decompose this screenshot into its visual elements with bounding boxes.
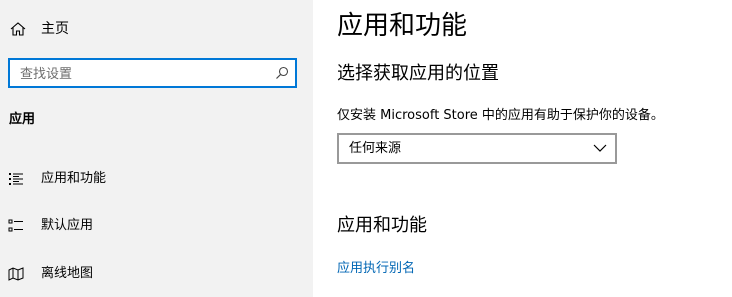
search-input[interactable] [20,65,260,83]
page-title: 应用和功能 [337,11,468,41]
app-execution-alias-link[interactable]: 应用执行别名 [337,260,415,278]
map-icon [8,267,24,281]
chevron-down-icon [593,144,607,152]
sidebar-item-apps-features[interactable]: 应用和功能 [0,162,313,196]
home-icon [10,22,26,36]
sidebar-item-label: 默认应用 [41,218,94,233]
default-apps-icon [8,219,23,232]
list-icon [9,173,23,185]
dropdown-selected-value: 任何来源 [349,141,402,156]
choose-location-heading: 选择获取应用的位置 [337,63,499,84]
home-nav-item[interactable]: 主页 [0,14,313,44]
sidebar-item-label: 离线地图 [41,266,94,281]
app-source-dropdown[interactable]: 任何来源 [337,133,617,164]
section-label-apps: 应用 [9,112,36,127]
sidebar-item-offline-maps[interactable]: 离线地图 [0,257,313,291]
sidebar-item-default-apps[interactable]: 默认应用 [0,209,313,243]
home-label: 主页 [41,21,69,37]
search-icon[interactable] [275,66,289,80]
sidebar: 主页 应用 应用和功能 默认应用 [0,0,313,297]
search-box[interactable] [8,58,297,88]
sidebar-item-label: 应用和功能 [41,171,107,186]
main-content: 应用和功能 选择获取应用的位置 仅安装 Microsoft Store 中的应用… [313,0,732,297]
apps-features-heading: 应用和功能 [337,215,427,236]
store-description: 仅安装 Microsoft Store 中的应用有助于保护你的设备。 [337,108,664,123]
